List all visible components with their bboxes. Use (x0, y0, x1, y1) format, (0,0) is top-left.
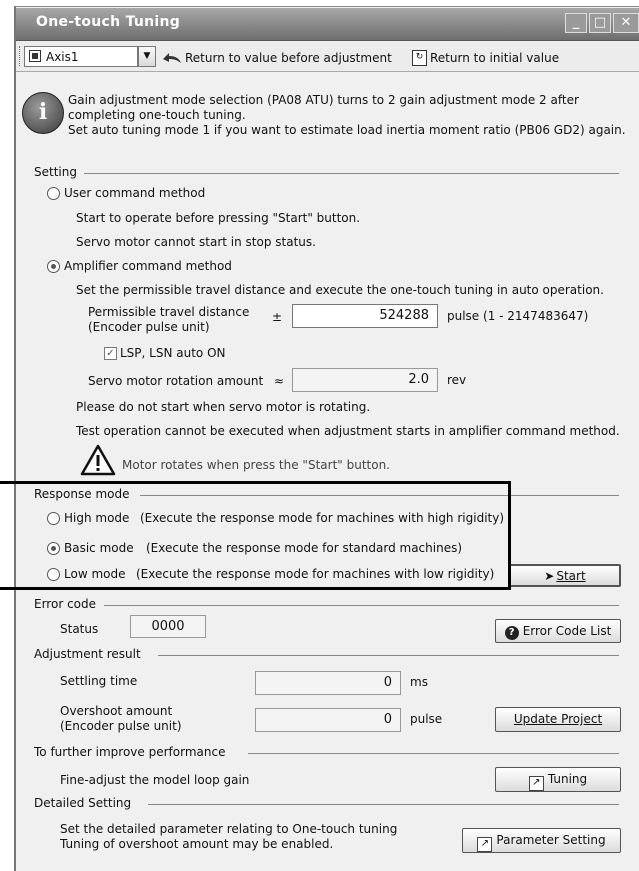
overshoot-unit-label: (Encoder pulse unit) (60, 719, 182, 733)
rotation-amount-field: 2.0 (292, 368, 438, 392)
detailed-desc-2: Tuning of overshoot amount may be enable… (60, 837, 334, 851)
parameter-setting-button[interactable]: ↗ Parameter Setting (462, 828, 621, 853)
parameter-setting-label: Parameter Setting (496, 833, 606, 847)
user-command-radio[interactable] (47, 187, 60, 200)
external-arrow-icon: ↗ (477, 837, 493, 852)
rotation-amount-label: Servo motor rotation amount (88, 374, 264, 388)
axis-select-value: Axis1 (46, 50, 79, 64)
tuning-button[interactable]: ↗ Tuning (495, 767, 621, 792)
plus-minus-sign: ± (272, 310, 283, 324)
update-project-button[interactable]: Update Project (495, 707, 621, 732)
user-command-label: User command method (64, 186, 206, 200)
return-before-button[interactable]: Return to value before adjustment (185, 51, 392, 65)
overshoot-unit: pulse (410, 712, 443, 726)
axis-icon (29, 50, 41, 62)
user-desc-1: Start to operate before pressing "Start"… (76, 211, 361, 225)
amplifier-command-label: Amplifier command method (64, 259, 232, 273)
external-arrow-icon: ↗ (528, 776, 544, 791)
rotation-unit: rev (447, 373, 467, 387)
detailed-section-label: Detailed Setting (34, 796, 132, 810)
settling-time-label: Settling time (60, 674, 138, 688)
approx-sign: ≈ (274, 374, 285, 388)
caution-text: Motor rotates when press the "Start" but… (122, 458, 390, 472)
detailed-desc-1: Set the detailed parameter relating to O… (60, 822, 398, 836)
info-line-1: Gain adjustment mode selection (PA08 ATU… (68, 93, 579, 107)
reset-icon: ↻ (412, 50, 427, 66)
info-icon: i (22, 92, 64, 134)
axis-select[interactable] (24, 46, 138, 67)
warning-line-2: Test operation cannot be executed when a… (76, 424, 620, 438)
warning-line-1: Please do not start when servo motor is … (76, 400, 371, 414)
start-icon: ➤ (544, 569, 555, 583)
divider (84, 173, 619, 174)
travel-distance-input[interactable]: 524288 (292, 304, 438, 328)
highlight-box (0, 481, 511, 590)
amplifier-desc: Set the permissible travel distance and … (76, 283, 604, 297)
settling-time-field: 0 (255, 671, 401, 695)
window-title: One-touch Tuning (36, 14, 181, 30)
help-icon: ? (504, 626, 519, 640)
overshoot-label: Overshoot amount (60, 704, 173, 718)
warning-triangle-icon (80, 444, 116, 476)
toolbar-grip (19, 46, 23, 66)
error-code-list-label: Error Code List (522, 624, 612, 638)
lsp-lsn-checkbox[interactable]: ✓ (104, 347, 117, 360)
settling-time-unit: ms (410, 675, 428, 689)
improve-desc: Fine-adjust the model loop gain (60, 773, 250, 787)
user-desc-2: Servo motor cannot start in stop status. (76, 235, 316, 249)
travel-distance-unit-label: (Encoder pulse unit) (88, 320, 210, 334)
status-value: 0000 (130, 615, 206, 638)
divider (158, 655, 619, 656)
lsp-lsn-label: LSP, LSN auto ON (120, 346, 226, 360)
start-label: Start (556, 569, 586, 583)
status-label: Status (60, 622, 99, 636)
overshoot-field: 0 (255, 708, 401, 732)
info-line-2: completing one-touch tuning. (68, 108, 246, 122)
error-section-label: Error code (34, 597, 97, 611)
setting-section-label: Setting (34, 165, 77, 179)
error-code-list-button[interactable]: ? Error Code List (495, 619, 621, 643)
return-initial-button[interactable]: Return to initial value (430, 51, 559, 65)
chevron-down-icon[interactable]: ▼ (138, 46, 156, 67)
divider (248, 753, 619, 754)
travel-distance-range: pulse (1 - 2147483647) (447, 309, 589, 323)
amplifier-command-radio[interactable] (47, 260, 60, 273)
travel-distance-label: Permissible travel distance (88, 305, 250, 319)
result-section-label: Adjustment result (34, 647, 141, 661)
info-line-3: Set auto tuning mode 1 if you want to es… (68, 123, 626, 137)
divider (104, 605, 619, 606)
close-button[interactable]: ✕ (613, 13, 639, 33)
start-button[interactable]: ➤ Start (509, 564, 621, 587)
return-arrow-icon (160, 49, 184, 65)
minimize-button[interactable]: _ (565, 13, 587, 33)
divider (148, 804, 619, 805)
tuning-label: Tuning (547, 772, 588, 786)
maximize-button[interactable]: □ (589, 13, 611, 33)
improve-section-label: To further improve performance (34, 745, 226, 759)
